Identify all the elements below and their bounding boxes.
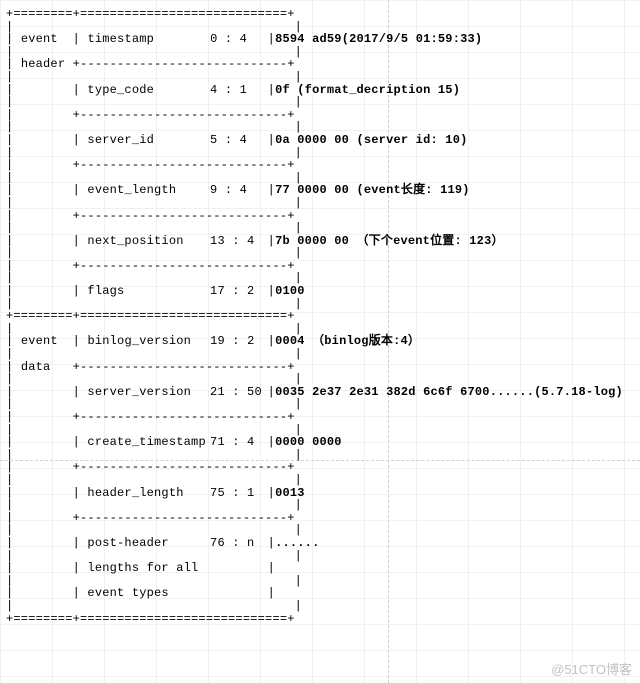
watermark: @51CTO博客 [551,663,632,677]
table: +========+============================+ … [6,8,634,625]
field-value: 8594 ad59(2017/9/5 01:59:33) [275,32,482,46]
field-name: timestamp [87,33,202,46]
